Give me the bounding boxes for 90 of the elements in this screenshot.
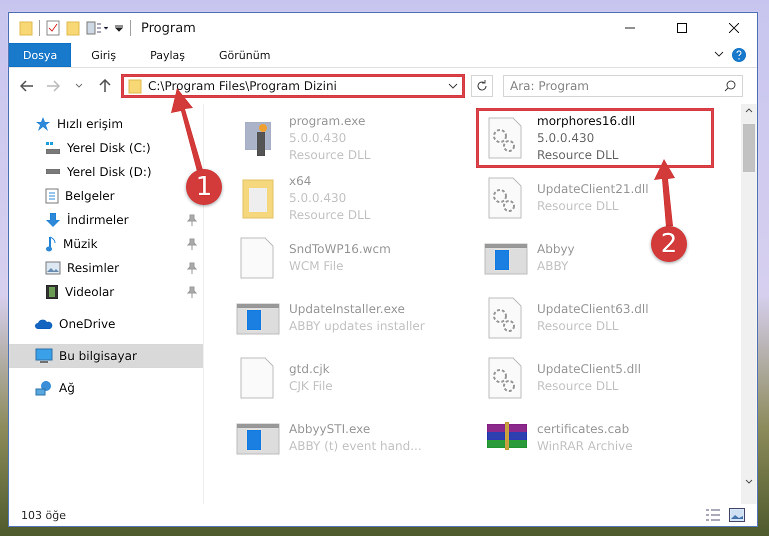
up-arrow-icon [99, 79, 111, 93]
nav-item[interactable]: İndirmeler [9, 208, 203, 232]
file-item[interactable]: morphores16.dll 5.0.0.430 Resource DLL [476, 108, 714, 168]
star-icon [35, 116, 51, 132]
file-detail: WCM File [289, 258, 344, 275]
step-number-badge: 2 [651, 226, 687, 262]
file-detail: ABBY (t) event hand... [289, 438, 422, 455]
file-detail: Resource DLL [537, 146, 620, 164]
back-arrow-icon [20, 80, 34, 92]
file-name: program.exe [289, 112, 366, 130]
refresh-button[interactable] [471, 75, 493, 97]
file-detail: 5.0.0.430 [537, 130, 596, 146]
nav-item[interactable]: Belgeler [9, 184, 121, 208]
file-detail: Resource DLL [537, 318, 620, 335]
file-detail: 5.0.0.430 [289, 190, 348, 206]
drive-icon [45, 169, 61, 175]
pin-icon [187, 262, 197, 274]
step-number-badge: 1 [186, 169, 222, 205]
file-name: morphores16.dll [537, 112, 636, 130]
document-icon [45, 188, 59, 204]
pin-icon [187, 286, 197, 298]
scroll-down-icon [745, 479, 753, 484]
file-name: UpdateInstaller.exe [289, 301, 406, 318]
monitor-icon [35, 348, 53, 364]
ribbon-tab[interactable]: Görünüm [205, 43, 284, 67]
network-icon [35, 380, 53, 396]
maximize-icon [677, 23, 687, 33]
scrollbar[interactable] [741, 104, 757, 504]
file-name: UpdateClient63.dll [537, 301, 649, 318]
file-name: UpdateClient21.dll [537, 181, 649, 198]
file-name: SndToWP16.wcm [289, 241, 391, 258]
file-name: AbbyySTI.exe [289, 421, 372, 438]
file-detail: 5.0.0.430 [289, 130, 348, 146]
file-name: UpdateClient5.dll [537, 361, 641, 378]
help-icon [732, 48, 746, 62]
file-detail: WinRAR Archive [537, 438, 633, 455]
annotation-arrow [654, 159, 675, 227]
nav-item[interactable]: Müzik [9, 232, 203, 256]
picture-icon [45, 261, 61, 275]
pin-icon [187, 238, 197, 250]
close-icon [729, 23, 739, 33]
cloud-icon [35, 318, 53, 330]
search-field[interactable]: Ara: Program [503, 75, 743, 97]
file-detail: ABBY updates installer [289, 318, 425, 335]
address-bar[interactable]: C:\Program Files\Program Dizini [121, 74, 465, 98]
chevron-down-icon [75, 83, 83, 89]
file-detail: Resource DLL [537, 198, 620, 215]
scroll-up-icon [745, 108, 753, 113]
ribbon-tab[interactable]: Paylaş [136, 43, 199, 67]
file-name: gtd.cjk [289, 361, 331, 378]
scroll-thumb[interactable] [743, 124, 755, 172]
search-icon [724, 80, 736, 92]
chevron-down-icon [714, 51, 724, 59]
file-detail: Resource DLL [289, 146, 370, 164]
file-detail: ABBY [537, 258, 570, 275]
nav-item[interactable]: Resimler [9, 256, 203, 280]
chevron-down-icon [448, 83, 458, 89]
file-name: certificates.cab [537, 421, 630, 438]
nav-item[interactable]: Bu bilgisayar [9, 344, 203, 368]
file-name: x64 [289, 172, 312, 190]
nav-item[interactable]: Hızlı erişim [9, 112, 130, 136]
file-detail: Resource DLL [537, 378, 620, 395]
nav-item[interactable]: OneDrive [9, 312, 122, 336]
nav-item[interactable]: Ağ [9, 376, 81, 400]
dropdown-caret-icon[interactable] [114, 23, 124, 33]
new-folder-icon [66, 20, 80, 36]
nav-item[interactable]: Yerel Disk (D:) [9, 160, 158, 184]
nav-item[interactable]: Videolar [9, 280, 203, 304]
details-view-icon[interactable] [705, 508, 721, 522]
file-detail: CJK File [289, 378, 333, 395]
file-name: Abbyy [537, 241, 575, 258]
file-detail: Resource DLL [289, 206, 370, 224]
large-icons-view-icon[interactable] [729, 508, 745, 522]
download-arrow-icon [45, 212, 61, 228]
film-icon [45, 284, 59, 300]
drive-icon [45, 140, 61, 156]
checklist-icon[interactable] [46, 20, 60, 36]
music-note-icon [45, 236, 57, 252]
refresh-icon [476, 80, 488, 92]
folder-icon [128, 78, 142, 94]
ribbon-tab[interactable]: Dosya [9, 43, 72, 67]
window-title: Program [141, 20, 197, 36]
nav-item[interactable]: Yerel Disk (C:) [9, 136, 157, 160]
ribbon-tab[interactable]: Giriş [77, 43, 130, 67]
help-button[interactable] [729, 45, 749, 65]
forward-arrow-icon [46, 80, 60, 92]
folder-icon [19, 20, 33, 36]
properties-icon[interactable] [86, 21, 108, 35]
item-count: 103 öğe [21, 508, 67, 522]
pin-icon [187, 214, 197, 226]
